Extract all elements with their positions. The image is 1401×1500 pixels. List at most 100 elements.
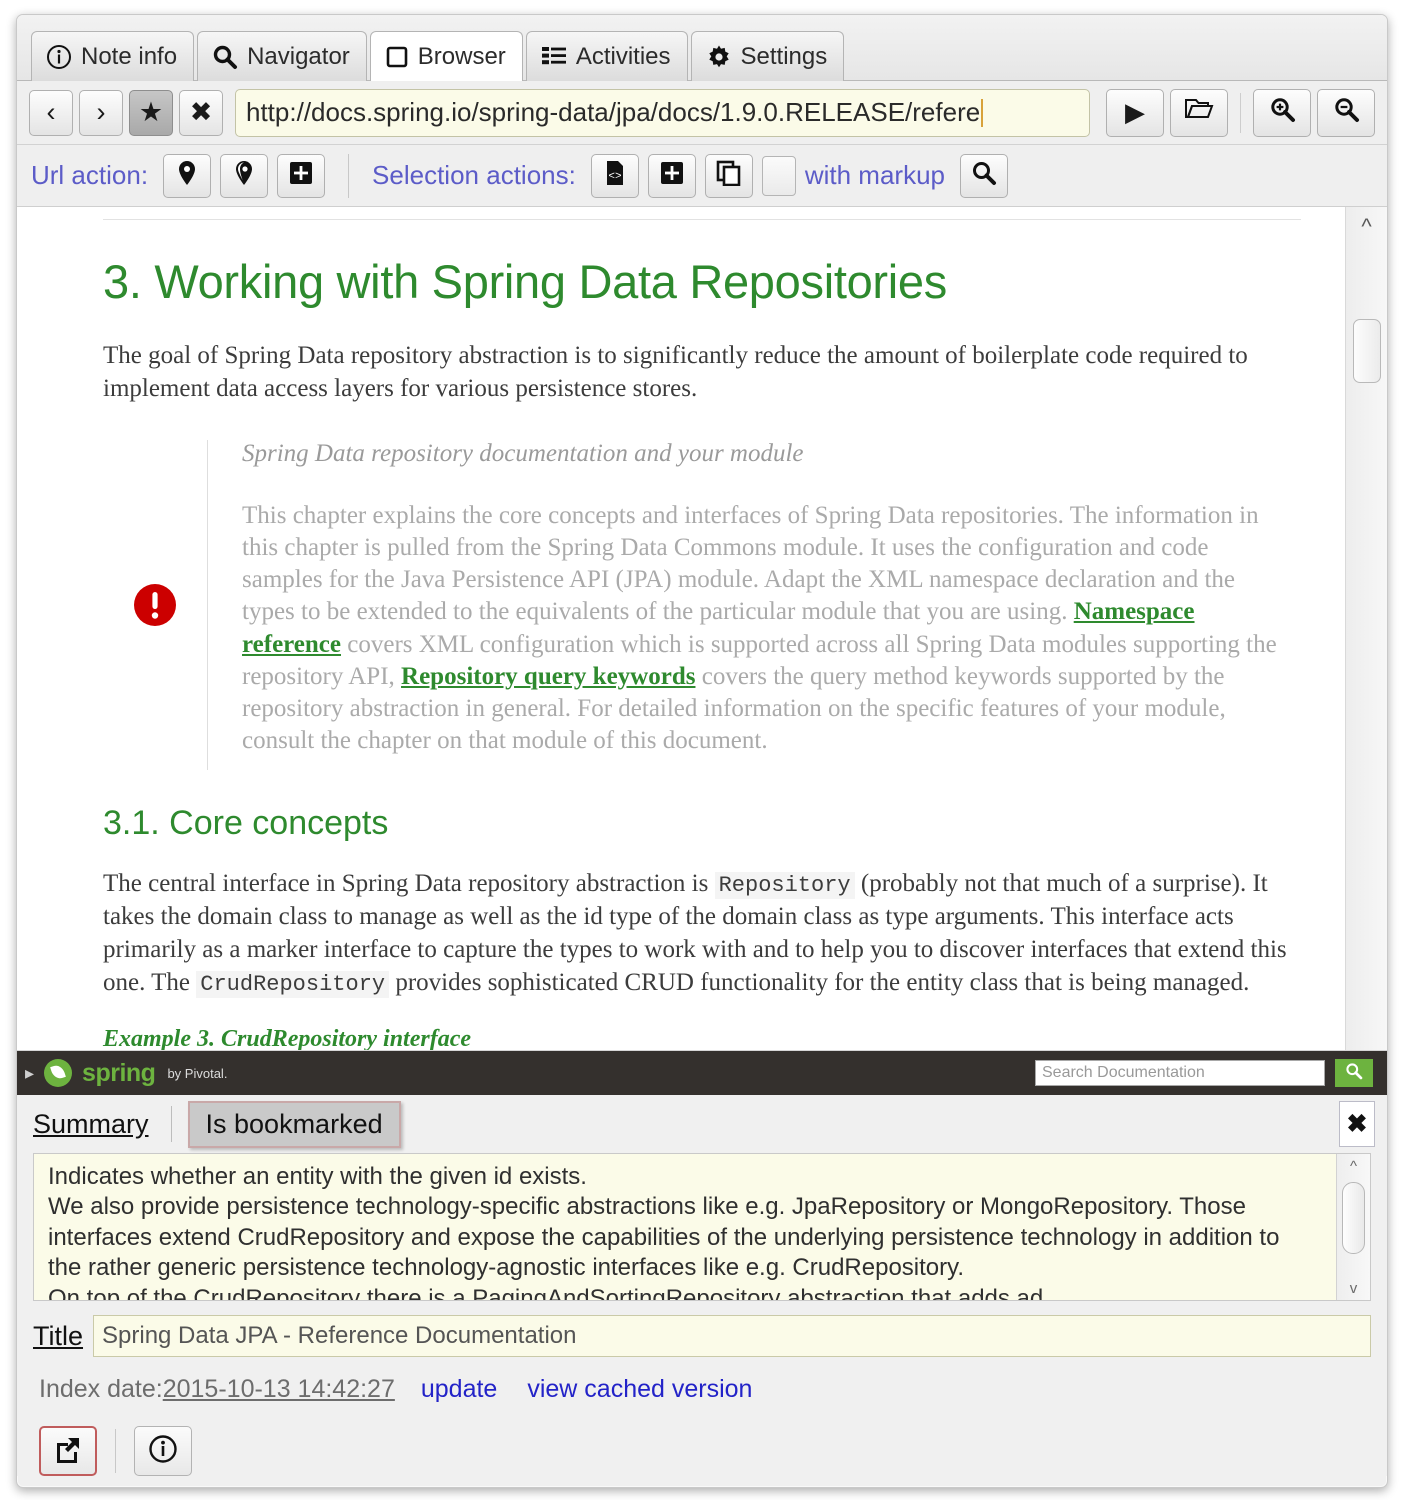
- selection-add-button[interactable]: [647, 153, 696, 198]
- list-lines-icon: [541, 45, 567, 69]
- square-outline-icon: [385, 45, 409, 69]
- back-label: ‹: [46, 97, 56, 127]
- info-circle-icon: [46, 44, 72, 70]
- url-toolbar: ‹ › ★ ✖ http://docs.spring.io/spring-dat…: [17, 81, 1387, 145]
- tab-label: Note info: [81, 42, 178, 70]
- zoom-out-button[interactable]: [1317, 88, 1375, 137]
- code-page-icon: <>: [604, 160, 626, 191]
- zoom-out-icon: [1333, 96, 1360, 130]
- play-icon: ▶: [1125, 97, 1145, 127]
- scroll-up-arrow[interactable]: ^: [1346, 207, 1387, 247]
- document-vertical-scrollbar[interactable]: ^: [1345, 207, 1387, 1050]
- tab-settings[interactable]: Settings: [690, 31, 845, 81]
- magnifier-icon: [1345, 1062, 1363, 1085]
- tab-divider: [170, 1106, 172, 1142]
- pin-outline-button[interactable]: [220, 153, 269, 198]
- spring-site-header: ▸ spring by Pivotal. Search Documentatio…: [17, 1051, 1387, 1095]
- title-row: Title Spring Data JPA - Reference Docume…: [33, 1315, 1371, 1357]
- admonition-block: Spring Data repository documentation and…: [103, 439, 1301, 770]
- go-button[interactable]: ▶: [1106, 88, 1164, 137]
- update-link[interactable]: update: [421, 1375, 497, 1404]
- summary-line: On top of the CrudRepository there is a …: [48, 1284, 1064, 1300]
- summary-line: We also provide persistence technology-s…: [48, 1193, 1246, 1221]
- summary-field[interactable]: Indicates whether an entity with the giv…: [33, 1153, 1371, 1301]
- selection-copy-button[interactable]: [704, 153, 753, 198]
- summary-scroll-down-arrow[interactable]: v: [1337, 1276, 1370, 1300]
- toolbar-divider: [1240, 92, 1241, 133]
- open-file-button[interactable]: [1170, 88, 1228, 137]
- selection-action-label: Selection actions:: [372, 160, 576, 190]
- summary-scroll-thumb[interactable]: [1342, 1182, 1365, 1254]
- summary-text[interactable]: Indicates whether an entity with the giv…: [34, 1154, 1336, 1300]
- bookmark-button[interactable]: ★: [129, 89, 173, 136]
- button-divider: [115, 1429, 116, 1473]
- selection-code-button[interactable]: <>: [590, 153, 639, 198]
- tab-label: Settings: [740, 42, 828, 70]
- with-markup-label: with markup: [804, 160, 945, 190]
- magnifier-icon: [212, 44, 238, 70]
- url-input[interactable]: http://docs.spring.io/spring-data/jpa/do…: [235, 88, 1090, 137]
- add-page-icon: [659, 160, 685, 191]
- core-text-c: provides sophisticated CRUD functionalit…: [389, 969, 1250, 997]
- back-button[interactable]: ‹: [29, 89, 73, 136]
- url-text: http://docs.spring.io/spring-data/jpa/do…: [246, 97, 981, 127]
- browser-content-area: 3. Working with Spring Data Repositories…: [17, 207, 1387, 1051]
- page-title: 3. Working with Spring Data Repositories: [103, 255, 947, 308]
- tab-label: Browser: [417, 42, 506, 70]
- action-toolbar: Url action: Selection actions: <> with m…: [17, 145, 1387, 207]
- index-date-value: 2015-10-13 14:42:27: [162, 1375, 395, 1403]
- index-date-row: Index date: 2015-10-13 14:42:27 update v…: [39, 1375, 1371, 1404]
- tab-browser[interactable]: Browser: [369, 31, 523, 81]
- view-cached-version-link[interactable]: view cached version: [527, 1375, 752, 1404]
- section-title-core-concepts: 3.1. Core concepts: [103, 803, 389, 842]
- admonition-title: Spring Data repository documentation and…: [242, 439, 804, 467]
- pin-plus-button[interactable]: [277, 153, 326, 198]
- selection-search-button[interactable]: [960, 153, 1008, 198]
- detail-tab-row: Summary Is bookmarked ✖: [17, 1095, 1387, 1153]
- detail-bottom-buttons: [39, 1426, 1371, 1476]
- copy-icon: [716, 160, 742, 191]
- magnifier-icon: [971, 160, 997, 191]
- url-action-label: Url action:: [31, 160, 149, 190]
- summary-line: Indicates whether an entity with the giv…: [48, 1163, 587, 1190]
- svg-text:<>: <>: [608, 171, 621, 183]
- spring-brand-suffix: by Pivotal.: [167, 1065, 228, 1081]
- tab-navigator[interactable]: Navigator: [197, 31, 367, 81]
- close-panel-button[interactable]: ✖: [1339, 1101, 1375, 1147]
- spring-search-input[interactable]: Search Documentation: [1035, 1060, 1325, 1086]
- spring-search-button[interactable]: [1335, 1059, 1373, 1087]
- chevron-right-icon[interactable]: ▸: [25, 1063, 34, 1084]
- repository-query-keywords-link[interactable]: Repository query keywords: [401, 663, 695, 690]
- scroll-thumb[interactable]: [1353, 319, 1381, 383]
- summary-line: the rather generic persistence technolog…: [48, 1254, 965, 1282]
- title-label: Title: [33, 1320, 84, 1351]
- stop-button[interactable]: ✖: [179, 89, 223, 136]
- summary-vertical-scrollbar[interactable]: ^ v: [1336, 1154, 1370, 1300]
- open-folder-icon: [1184, 96, 1214, 129]
- summary-scroll-up-arrow[interactable]: ^: [1337, 1154, 1370, 1178]
- admonition-text: This chapter explains the core concepts …: [242, 500, 1291, 758]
- info-circle-icon: [148, 1434, 178, 1469]
- tab-activities[interactable]: Activities: [525, 31, 688, 81]
- tab-label: Activities: [575, 42, 671, 70]
- important-exclamation-icon: [103, 440, 207, 770]
- pin-plus-icon: [288, 160, 314, 191]
- tab-summary[interactable]: Summary: [33, 1109, 155, 1140]
- main-tab-bar: Note info Navigator Browser Activities S…: [17, 15, 1387, 81]
- title-input[interactable]: Spring Data JPA - Reference Documentatio…: [93, 1315, 1371, 1357]
- pin-filled-button[interactable]: [163, 153, 212, 198]
- tab-is-bookmarked[interactable]: Is bookmarked: [187, 1100, 401, 1148]
- tab-note-info[interactable]: Note info: [31, 31, 195, 81]
- close-icon: ✖: [1346, 1110, 1368, 1138]
- with-markup-checkbox[interactable]: [761, 155, 796, 196]
- note-detail-panel: Summary Is bookmarked ✖ Indicates whethe…: [17, 1095, 1387, 1476]
- forward-label: ›: [96, 97, 106, 127]
- document-rule: [103, 219, 1301, 220]
- info-button[interactable]: [134, 1426, 192, 1476]
- text-caret: [981, 98, 984, 127]
- application-window: Note info Navigator Browser Activities S…: [16, 14, 1388, 1488]
- action-divider: [348, 153, 350, 198]
- zoom-in-button[interactable]: [1253, 88, 1311, 137]
- open-external-button[interactable]: [39, 1426, 97, 1476]
- forward-button[interactable]: ›: [79, 89, 123, 136]
